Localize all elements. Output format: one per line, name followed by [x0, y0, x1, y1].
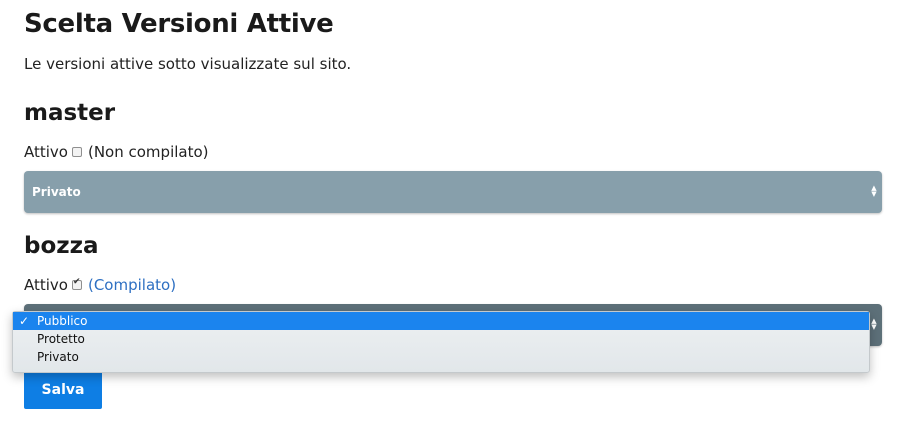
- option-label: Protetto: [37, 332, 85, 346]
- checkmark-icon: ✓: [19, 314, 30, 328]
- dropdown-option-privato[interactable]: Privato: [13, 348, 869, 366]
- visibility-dropdown-menu: ✓ Pubblico Protetto Privato: [12, 311, 870, 373]
- active-label: Attivo: [24, 143, 68, 161]
- dropdown-option-pubblico[interactable]: ✓ Pubblico: [13, 312, 869, 330]
- active-row-bozza: Attivo (Compilato): [24, 276, 176, 294]
- select-arrows-icon: ▲ ▼: [871, 317, 877, 331]
- active-checkbox-bozza[interactable]: [71, 277, 82, 290]
- version-title-master: master: [24, 100, 116, 126]
- page-title: Scelta Versioni Attive: [24, 9, 334, 39]
- option-label: Pubblico: [37, 314, 88, 328]
- version-title-bozza: bozza: [24, 233, 99, 259]
- page-subtitle: Le versioni attive sotto visualizzate su…: [24, 55, 352, 73]
- select-arrows-icon: ▲ ▼: [871, 184, 877, 198]
- compile-status-link-bozza[interactable]: (Compilato): [88, 276, 176, 294]
- active-row-master: Attivo (Non compilato): [24, 143, 209, 161]
- compile-status-master: (Non compilato): [87, 143, 209, 161]
- dropdown-option-protetto[interactable]: Protetto: [13, 330, 869, 348]
- option-label: Privato: [37, 350, 79, 364]
- active-checkbox-master[interactable]: [71, 147, 82, 157]
- visibility-select-master[interactable]: Privato ▲ ▼: [24, 171, 882, 213]
- active-label: Attivo: [24, 276, 68, 294]
- select-value: Privato: [32, 185, 81, 199]
